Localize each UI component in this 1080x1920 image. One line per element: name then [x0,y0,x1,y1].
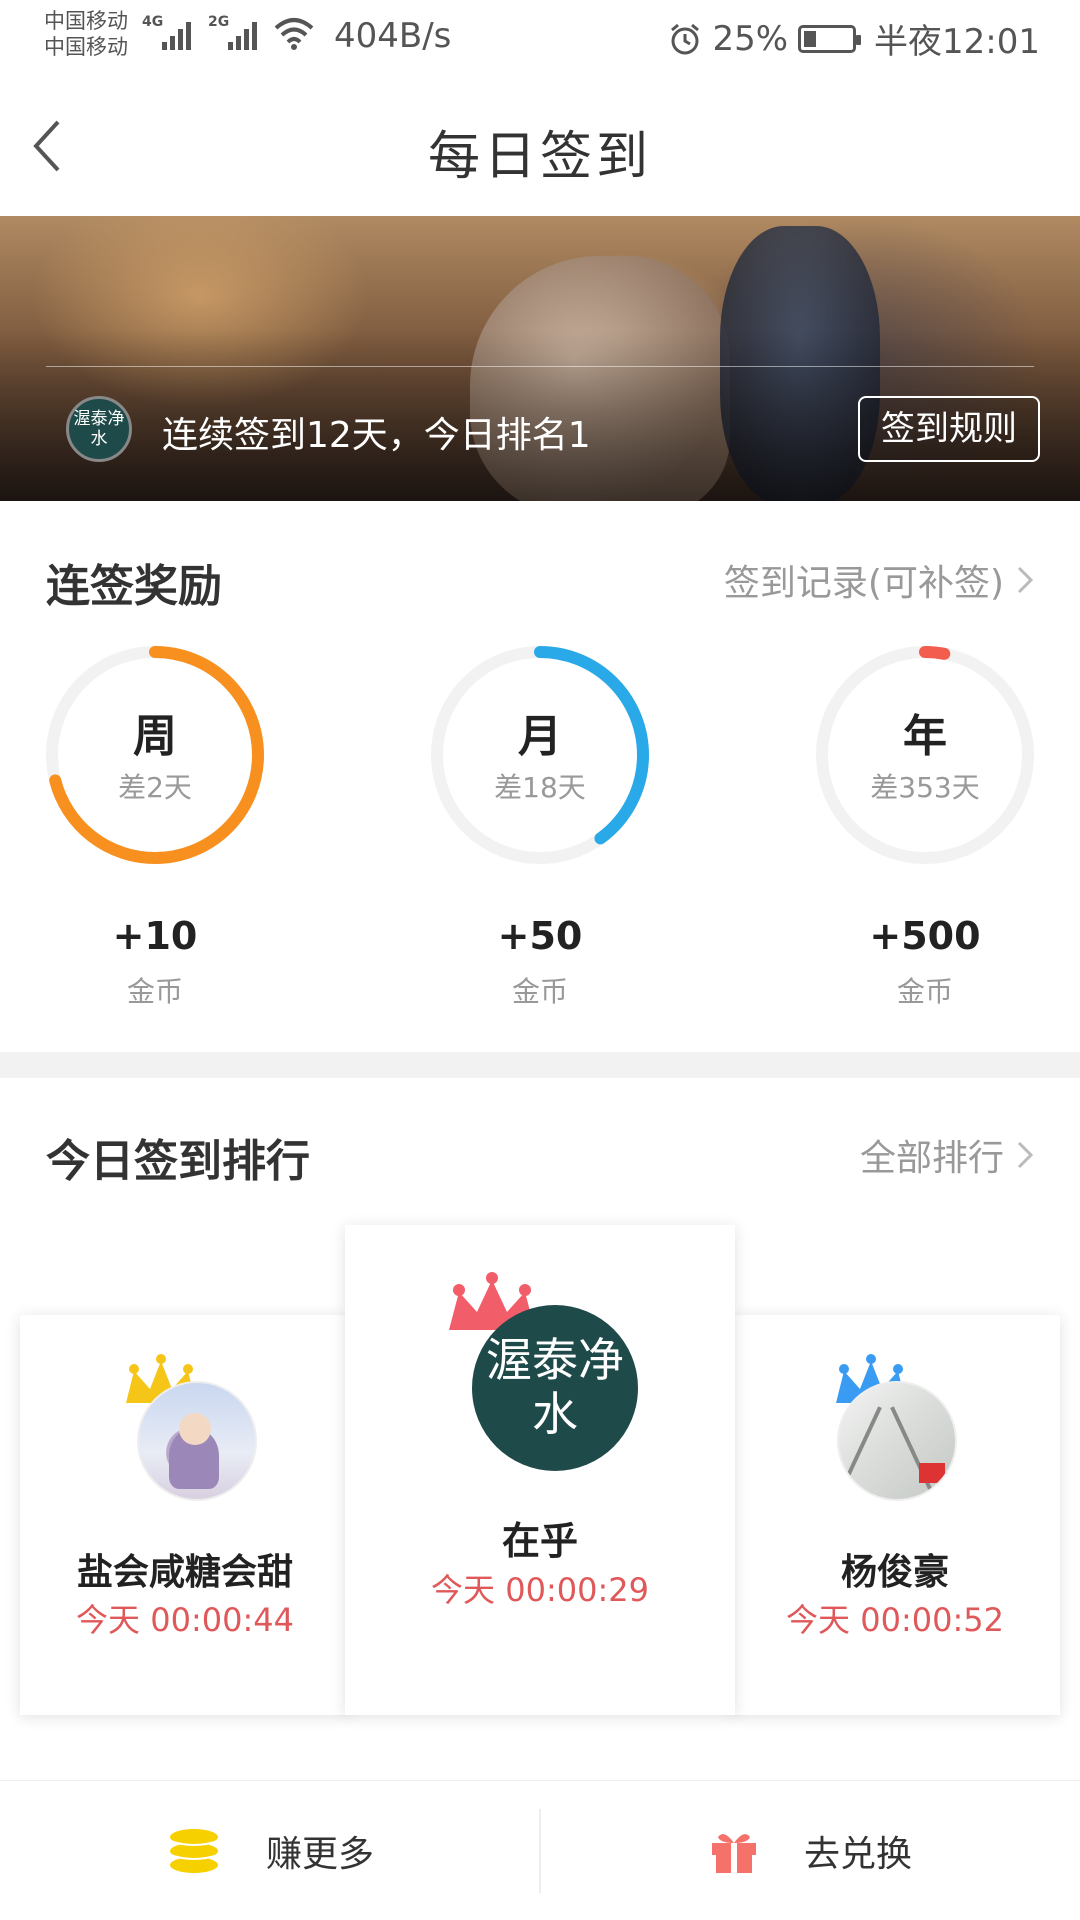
avatar[interactable]: 渥泰净水 [66,396,132,462]
chevron-right-icon [1017,566,1034,594]
alarm-icon [671,23,700,54]
rules-button[interactable]: 签到规则 [858,396,1040,462]
avatar: 渥泰净水 [472,1305,638,1471]
week-reward: +10 [112,914,198,958]
reward-year: 年 差353天 +500 金币 [805,640,1045,1010]
rank-1-time: 今天 00:00:29 [431,1571,649,1609]
rewards-header: 连签奖励 签到记录(可补签) [0,540,1080,620]
banner: 渥泰净水 连续签到12天，今日排名1 签到规则 [0,216,1080,501]
month-label: 月 [518,711,562,762]
section-divider [0,1052,1080,1078]
year-reward-unit: 金币 [896,975,953,1008]
rank-card-1[interactable]: 渥泰净水 在乎 今天 00:00:29 [345,1225,735,1715]
rank-2-name: 盐会咸糖会甜 [76,1552,293,1593]
exchange-button[interactable]: 去兑换 [540,1781,1080,1920]
earn-more-label: 赚更多 [265,1834,374,1875]
checkin-record-link[interactable]: 签到记录(可补签) [724,554,1034,606]
year-reward: +500 [869,914,981,958]
week-remaining: 差2天 [118,771,192,804]
rank-2-time: 今天 00:00:44 [76,1601,294,1639]
week-label: 周 [133,711,177,762]
avatar [137,1381,257,1501]
carrier-2: 中国移动 [44,35,128,59]
rank-3-time: 今天 00:00:52 [786,1601,1004,1639]
status-bar: 中国移动 中国移动 4G 2G 404B/s 25% 半夜12:01 [0,0,1080,76]
rank-card-2[interactable]: 盐会咸糖会甜 今天 00:00:44 [20,1315,350,1715]
banner-divider [46,366,1034,367]
year-remaining: 差353天 [870,771,980,804]
clock: 半夜12:01 [874,22,1040,62]
exchange-label: 去兑换 [803,1834,912,1875]
page-title: 每日签到 [427,127,652,187]
avatar [837,1381,957,1501]
checkin-record-label: 签到记录(可补签) [723,563,1004,604]
net-speed: 404B/s [334,16,452,56]
wifi-icon [274,18,314,50]
rank-card-3[interactable]: 杨俊豪 今天 00:00:52 [730,1315,1060,1715]
ranking-title: 今日签到排行 [46,1136,310,1187]
battery-percent: 25% [712,18,789,59]
chevron-right-icon [1017,1141,1034,1169]
bottom-action-bar: 赚更多 去兑换 [0,1780,1080,1920]
month-remaining: 差18天 [494,771,586,804]
month-reward: +50 [497,914,583,958]
all-ranking-link[interactable]: 全部排行 [860,1129,1034,1181]
year-label: 年 [903,711,947,762]
reward-week: 周 差2天 +10 金币 [35,640,275,1010]
rewards-title: 连签奖励 [46,561,222,612]
coins-icon [169,1829,219,1873]
week-reward-unit: 金币 [126,975,183,1008]
gift-icon [711,1834,756,1873]
all-ranking-label: 全部排行 [859,1138,1004,1179]
rank-3-name: 杨俊豪 [840,1552,949,1593]
battery-icon [798,24,862,53]
title-bar: 每日签到 [0,76,1080,216]
streak-text: 连续签到12天，今日排名1 [162,415,591,456]
month-reward-unit: 金币 [511,975,568,1008]
reward-month: 月 差18天 +50 金币 [420,640,660,1010]
carrier-1: 中国移动 [44,9,128,33]
reward-rings: 周 差2天 +10 金币 月 差18天 +50 金币 年 差353天 +500 … [0,640,1080,1020]
rank-1-name: 在乎 [501,1519,578,1563]
earn-more-button[interactable]: 赚更多 [0,1781,540,1920]
status-right: 25% 半夜12:01 [668,14,1040,63]
ranking-header: 今日签到排行 全部排行 [0,1115,1080,1195]
carrier-labels: 中国移动 中国移动 [44,8,128,60]
